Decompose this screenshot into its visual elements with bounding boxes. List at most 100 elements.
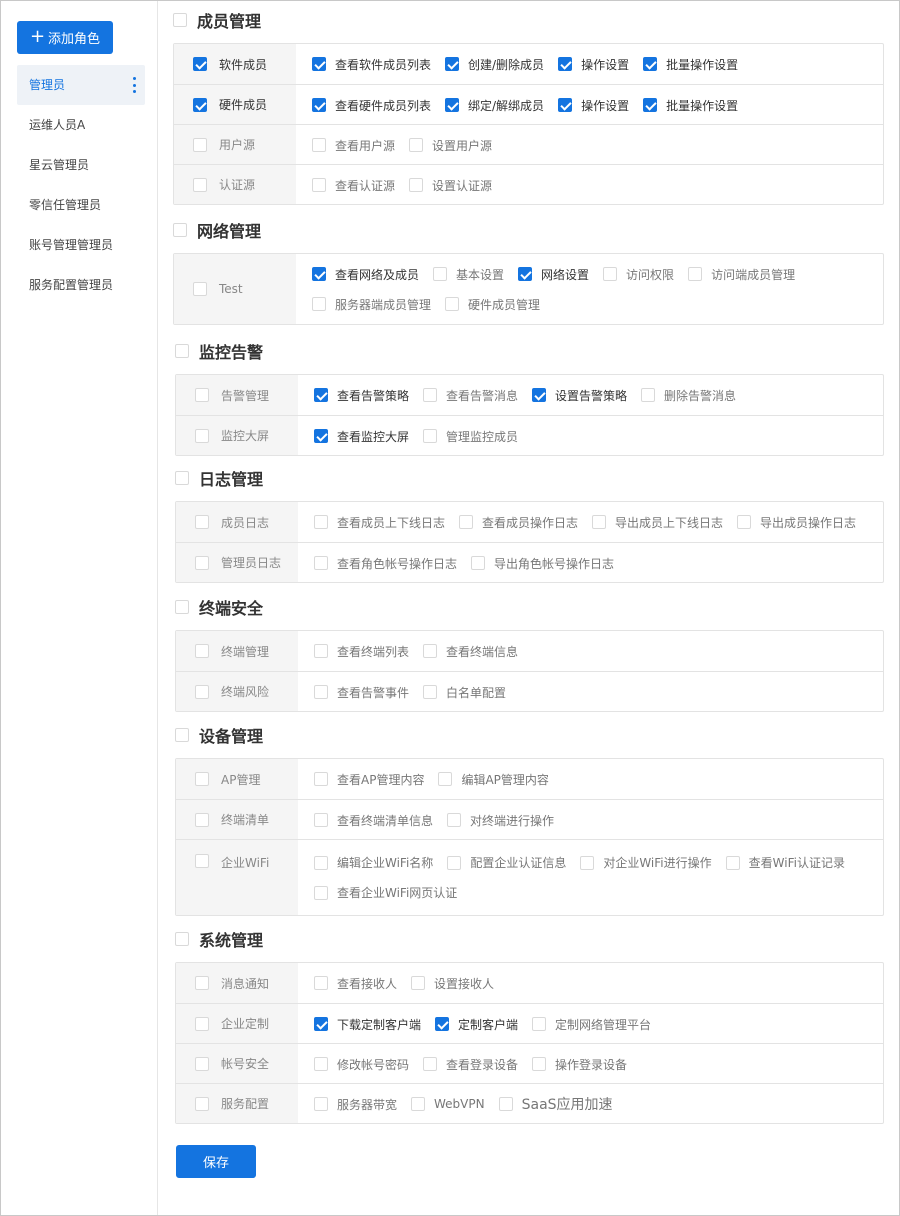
permission-option[interactable]: 对企业WiFi进行操作 — [580, 848, 712, 878]
permission-option[interactable]: 查看登录设备 — [423, 1049, 518, 1079]
permission-checkbox[interactable] — [445, 57, 460, 71]
permission-checkbox[interactable] — [688, 267, 703, 281]
permission-checkbox[interactable] — [423, 388, 438, 402]
section-select-all-checkbox[interactable] — [173, 13, 187, 27]
row-select-checkbox[interactable] — [195, 854, 209, 868]
permission-checkbox[interactable] — [314, 1097, 328, 1111]
permission-checkbox[interactable] — [314, 813, 328, 827]
permission-option[interactable]: 基本设置 — [433, 259, 504, 289]
row-select-checkbox[interactable] — [193, 97, 207, 112]
permission-checkbox[interactable] — [532, 1017, 547, 1031]
role-item-nebula-admin[interactable]: 星云管理员 — [17, 145, 145, 185]
permission-checkbox[interactable] — [532, 1057, 547, 1071]
permission-option[interactable]: 查看监控大屏 — [314, 421, 409, 451]
permission-checkbox[interactable] — [314, 885, 328, 900]
permission-option[interactable]: 定制客户端 — [435, 1009, 518, 1039]
permission-checkbox[interactable] — [725, 855, 740, 870]
row-select-checkbox[interactable] — [195, 555, 209, 570]
permission-checkbox[interactable] — [423, 685, 438, 699]
section-select-all-checkbox[interactable] — [175, 728, 189, 742]
permission-checkbox[interactable] — [409, 138, 424, 152]
permission-option[interactable]: 操作设置 — [558, 49, 629, 79]
permission-option[interactable]: 修改帐号密码 — [314, 1049, 409, 1079]
row-select-checkbox[interactable] — [195, 772, 209, 786]
permission-checkbox[interactable] — [433, 267, 448, 281]
row-select-checkbox[interactable] — [193, 282, 207, 296]
permission-checkbox[interactable] — [471, 556, 486, 570]
row-select-checkbox[interactable] — [195, 1056, 209, 1071]
permission-option[interactable]: 硬件成员管理 — [445, 289, 540, 319]
permission-option[interactable]: 设置告警策略 — [532, 380, 627, 410]
permission-option[interactable]: 服务器端成员管理 — [312, 289, 431, 319]
permission-option[interactable]: 查看AP管理内容 — [314, 764, 424, 794]
role-item-ops-a[interactable]: 运维人员A — [17, 105, 145, 145]
permission-checkbox[interactable] — [498, 1097, 513, 1111]
permission-option[interactable]: 操作设置 — [558, 90, 629, 120]
row-select-checkbox[interactable] — [195, 1016, 209, 1031]
permission-checkbox[interactable] — [580, 855, 595, 870]
row-select-checkbox[interactable] — [195, 428, 209, 443]
permission-checkbox[interactable] — [558, 57, 573, 71]
permission-checkbox[interactable] — [603, 267, 618, 281]
permission-option[interactable]: 定制网络管理平台 — [532, 1009, 651, 1039]
permission-option[interactable]: 查看网络及成员 — [312, 259, 419, 289]
permission-checkbox[interactable] — [411, 1097, 426, 1111]
permission-option[interactable]: 查看企业WiFi网页认证 — [314, 878, 457, 908]
permission-option[interactable]: 创建/删除成员 — [445, 49, 544, 79]
permission-checkbox[interactable] — [592, 515, 607, 529]
permission-option[interactable]: 查看终端信息 — [423, 636, 518, 666]
permission-checkbox[interactable] — [438, 772, 453, 786]
permission-checkbox[interactable] — [314, 772, 328, 786]
row-select-checkbox[interactable] — [195, 976, 209, 990]
permission-option[interactable]: 配置企业认证信息 — [447, 848, 566, 878]
section-select-all-checkbox[interactable] — [173, 223, 187, 237]
add-role-button[interactable]: + 添加角色 — [17, 21, 113, 54]
permission-checkbox[interactable] — [459, 515, 474, 529]
permission-option[interactable]: 批量操作设置 — [643, 49, 738, 79]
permission-option[interactable]: 查看成员操作日志 — [459, 507, 578, 537]
permission-option[interactable]: 绑定/解绑成员 — [445, 90, 544, 120]
permission-option[interactable]: 查看硬件成员列表 — [312, 90, 431, 120]
role-item-service-admin[interactable]: 服务配置管理员 — [17, 265, 145, 305]
permission-option[interactable]: 查看告警策略 — [314, 380, 409, 410]
permission-option[interactable]: 查看角色帐号操作日志 — [314, 548, 457, 578]
row-select-checkbox[interactable] — [193, 177, 207, 192]
row-select-checkbox[interactable] — [195, 684, 209, 699]
permission-option[interactable]: 导出成员上下线日志 — [592, 507, 723, 537]
permission-option[interactable]: 查看成员上下线日志 — [314, 507, 445, 537]
permission-option[interactable]: 设置认证源 — [409, 170, 492, 200]
permission-checkbox[interactable] — [641, 388, 656, 402]
permission-option[interactable]: 服务器带宽 — [314, 1089, 397, 1119]
row-select-checkbox[interactable] — [195, 1096, 209, 1111]
permission-checkbox[interactable] — [312, 138, 326, 152]
permission-option[interactable]: 查看告警消息 — [423, 380, 518, 410]
permission-option[interactable]: SaaS应用加速 — [498, 1089, 613, 1119]
permission-checkbox[interactable] — [445, 98, 460, 112]
permission-option[interactable]: 设置用户源 — [409, 130, 492, 160]
permission-option[interactable]: 网络设置 — [518, 259, 589, 289]
role-item-account-admin[interactable]: 账号管理管理员 — [17, 225, 145, 265]
permission-option[interactable]: 导出成员操作日志 — [737, 507, 856, 537]
role-item-zero-trust-admin[interactable]: 零信任管理员 — [17, 185, 145, 225]
permission-option[interactable]: 查看用户源 — [312, 130, 395, 160]
permission-option[interactable]: 查看WiFi认证记录 — [725, 848, 845, 878]
permission-option[interactable]: 删除告警消息 — [641, 380, 736, 410]
permission-checkbox[interactable] — [532, 388, 547, 402]
permission-checkbox[interactable] — [312, 178, 326, 192]
row-select-checkbox[interactable] — [195, 515, 209, 529]
permission-checkbox[interactable] — [314, 976, 328, 990]
permission-checkbox[interactable] — [435, 1017, 450, 1031]
permission-option[interactable]: 查看认证源 — [312, 170, 395, 200]
permission-option[interactable]: 访问权限 — [603, 259, 674, 289]
permission-checkbox[interactable] — [312, 297, 326, 311]
permission-checkbox[interactable] — [447, 855, 462, 870]
permission-option[interactable]: 编辑企业WiFi名称 — [314, 848, 433, 878]
permission-checkbox[interactable] — [518, 267, 533, 281]
permission-checkbox[interactable] — [411, 976, 426, 990]
row-select-checkbox[interactable] — [195, 388, 209, 402]
permission-option[interactable]: 编辑AP管理内容 — [438, 764, 549, 794]
permission-checkbox[interactable] — [312, 267, 326, 281]
permission-option[interactable]: 管理监控成员 — [423, 421, 518, 451]
permission-option[interactable]: 查看告警事件 — [314, 677, 409, 707]
permission-checkbox[interactable] — [314, 685, 328, 699]
